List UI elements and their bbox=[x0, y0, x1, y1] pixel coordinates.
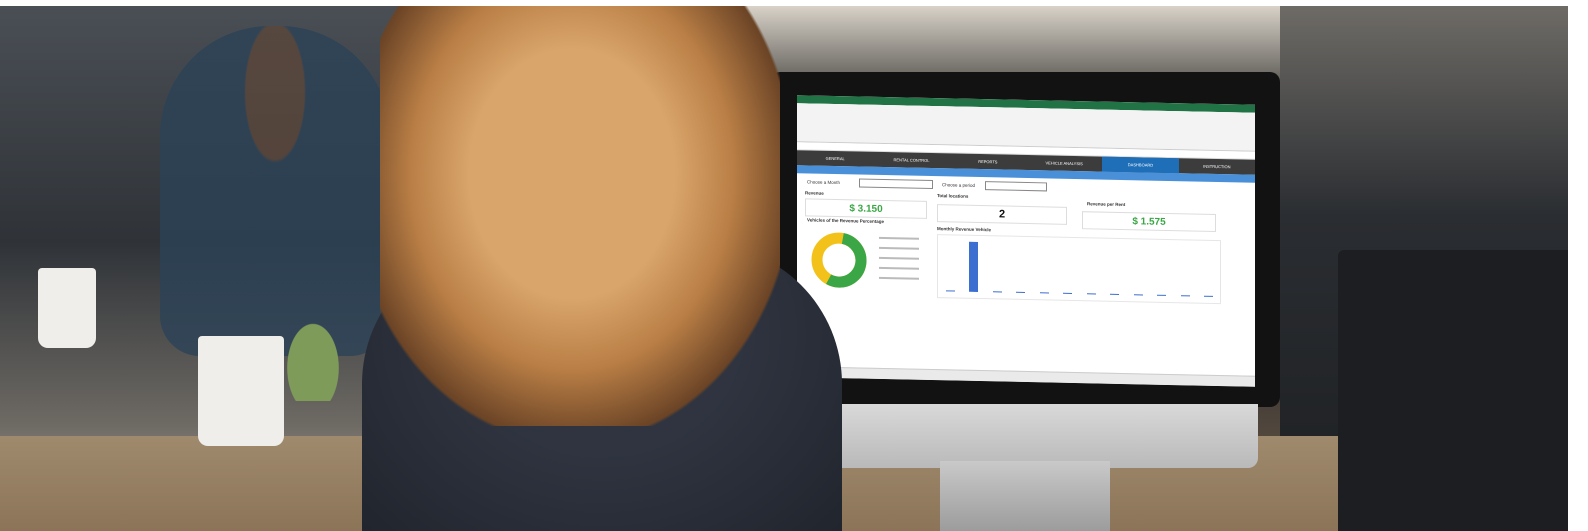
month-select[interactable] bbox=[859, 178, 933, 190]
coffee-cup-left bbox=[38, 268, 96, 348]
donut-legend-2 bbox=[879, 246, 919, 250]
dashboard-sheet: Choose a Month Choose a period Revenue $… bbox=[797, 173, 1255, 353]
tab-reports[interactable]: REPORTS bbox=[950, 153, 1026, 170]
donut-legend-4 bbox=[879, 266, 919, 270]
photo-scene: GENERAL RENTAL CONTROL REPORTS VEHICLE A… bbox=[0, 6, 1568, 531]
woman-hair bbox=[380, 6, 780, 426]
imac-stand bbox=[940, 461, 1110, 531]
bar-february bbox=[969, 241, 979, 292]
total-locations-label: Total locations bbox=[937, 193, 969, 199]
tab-vehicle-analysis[interactable]: VEHICLE ANALYSIS bbox=[1026, 155, 1102, 172]
donut-legend-1 bbox=[879, 236, 919, 240]
bar-october bbox=[1157, 294, 1167, 296]
bar-august bbox=[1110, 293, 1120, 295]
bar-january bbox=[945, 290, 955, 292]
bar-may bbox=[1039, 292, 1049, 294]
donut-legend-3 bbox=[879, 256, 919, 260]
tab-dashboard[interactable]: DASHBOARD bbox=[1102, 156, 1179, 174]
revenue-label: Revenue bbox=[805, 190, 824, 196]
bar-chart-label: Monthly Revenue Vehicle bbox=[937, 226, 992, 233]
tab-instruction[interactable]: INSTRUCTION bbox=[1179, 158, 1255, 175]
donut-chart bbox=[811, 232, 919, 288]
bar-july bbox=[1086, 293, 1096, 295]
total-locations-value: 2 bbox=[937, 204, 1067, 225]
donut-legend-5 bbox=[879, 276, 919, 280]
excel-screen: GENERAL RENTAL CONTROL REPORTS VEHICLE A… bbox=[797, 95, 1255, 387]
plant bbox=[268, 291, 358, 401]
bar-december bbox=[1204, 295, 1214, 297]
bar-september bbox=[1133, 294, 1143, 296]
monitor-right bbox=[1338, 250, 1568, 531]
bar-november bbox=[1180, 295, 1190, 297]
filter-period-label: Choose a period bbox=[942, 182, 976, 188]
imac-chin bbox=[810, 404, 1258, 468]
bar-june bbox=[1063, 292, 1073, 294]
donut-label: Vehicles of the Revenue Percentage bbox=[807, 217, 885, 225]
bar-march bbox=[992, 291, 1002, 293]
revenue-per-rent-label: Revenue per Rent bbox=[1087, 201, 1126, 208]
revenue-value: $ 3.150 bbox=[805, 198, 927, 219]
bar-april bbox=[1016, 291, 1026, 293]
tab-rental-control[interactable]: RENTAL CONTROL bbox=[873, 152, 949, 169]
filter-month-label: Choose a Month bbox=[807, 179, 841, 186]
revenue-per-rent-value: $ 1.575 bbox=[1082, 211, 1216, 232]
bar-chart bbox=[937, 234, 1221, 305]
period-select[interactable] bbox=[985, 181, 1047, 192]
tab-general[interactable]: GENERAL bbox=[797, 150, 873, 167]
